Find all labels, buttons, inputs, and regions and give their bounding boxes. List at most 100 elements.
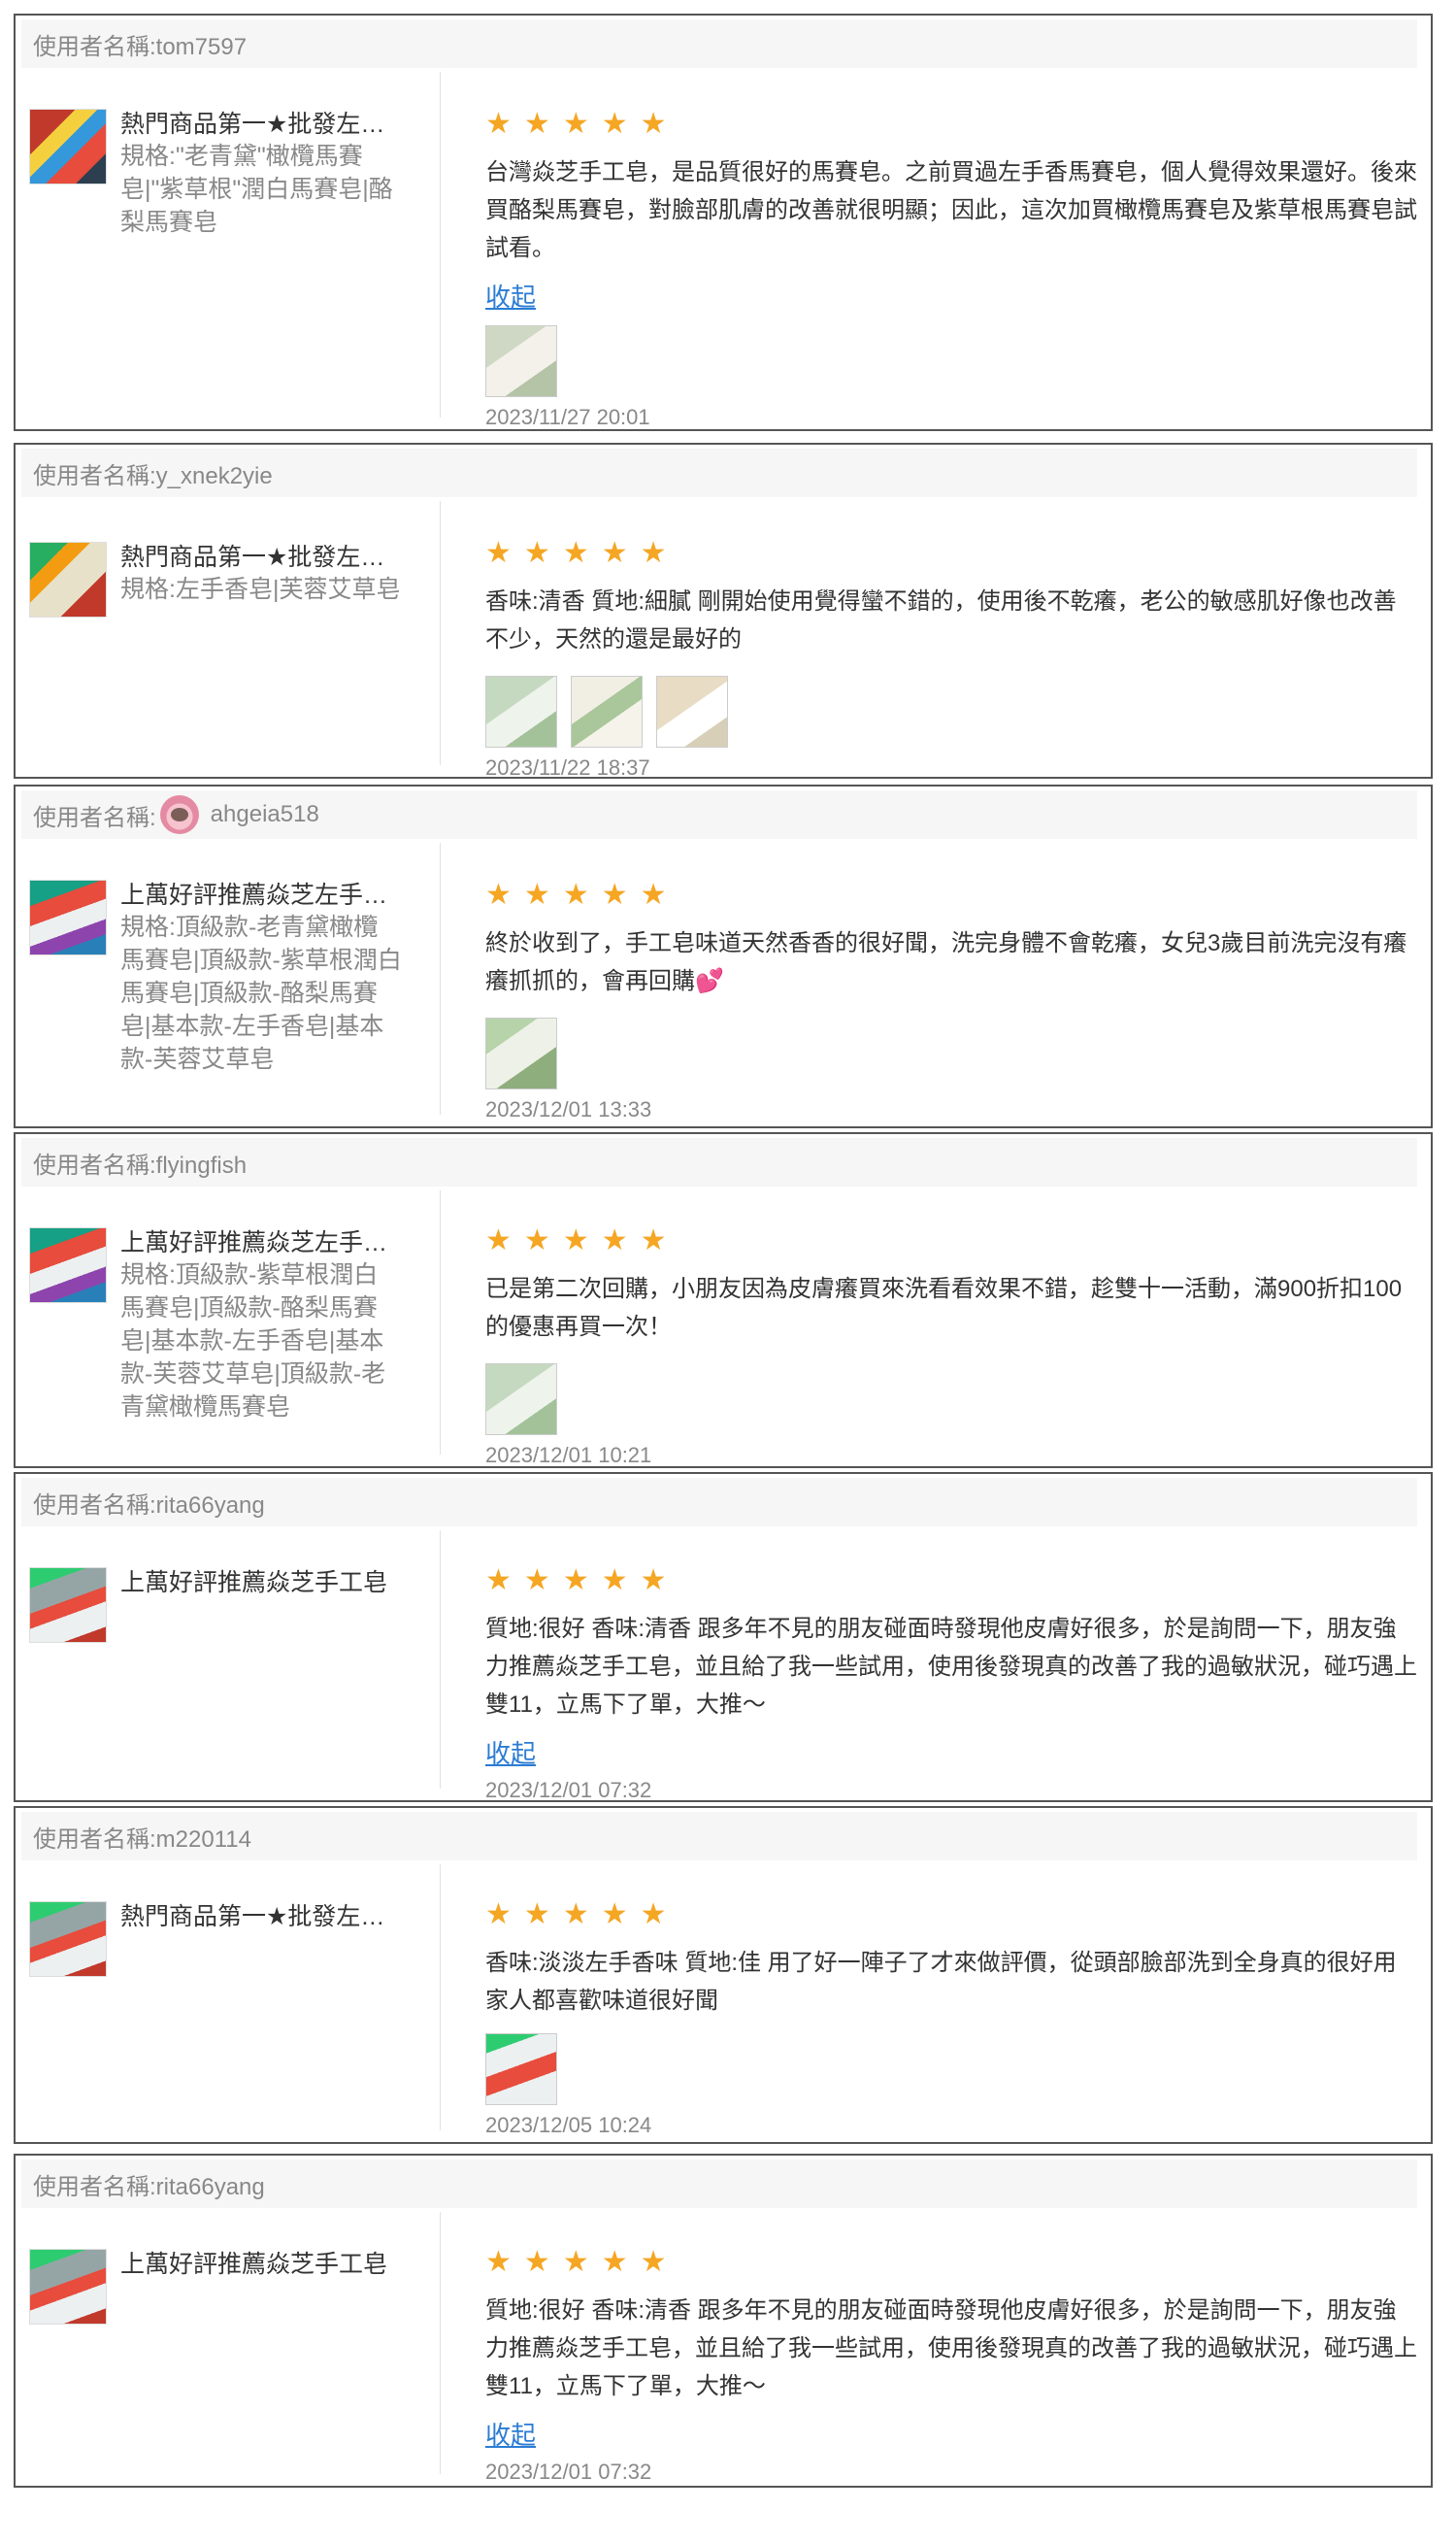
product-name[interactable]: 熱門商品第一★批發左手香馬賽皂 [120, 542, 402, 573]
collapse-link[interactable]: 收起 [485, 1737, 536, 1770]
product-thumbnail[interactable] [29, 880, 107, 955]
star-icon: ★ [640, 1897, 667, 1931]
divider [440, 1864, 441, 2130]
star-icon: ★ [562, 878, 589, 912]
product-name[interactable]: 上萬好評推薦焱芝左手香手工皂 [120, 880, 402, 911]
review-content: ★ ★ ★ ★ ★ 香味:清香 質地:細膩 剛開始使用覺得蠻不錯的，使用後不乾癢… [485, 538, 1417, 781]
review-photo[interactable] [485, 1363, 557, 1435]
star-icon: ★ [485, 878, 512, 912]
star-icon: ★ [523, 2245, 550, 2279]
product-spec: 規格:頂級款-紫草根潤白馬賽皂|頂級款-酪梨馬賽皂|基本款-左手香皂|基本款-芙… [120, 1261, 386, 1421]
divider [440, 2212, 441, 2474]
divider [440, 501, 441, 765]
product-spec: 規格:"老青黛"橄欖馬賽皂|"紫草根"潤白馬賽皂|酪梨馬賽皂 [120, 143, 393, 236]
star-icon: ★ [523, 107, 550, 141]
star-icon: ★ [562, 1897, 589, 1931]
product-summary[interactable]: 上萬好評推薦焱芝手工皂 [29, 2249, 437, 2325]
username: 使用者名稱:flyingfish [33, 1152, 248, 1179]
product-name[interactable]: 上萬好評推薦焱芝手工皂 [120, 1567, 402, 1598]
review-photos [485, 2033, 1417, 2105]
product-name[interactable]: 上萬好評推薦焱芝左手香手工皂 [120, 1227, 402, 1258]
review-comment-text: 終於收到了，手工皂味道天然香香的很好聞，洗完身體不會乾癢，女兒3歲目前洗完沒有癢… [485, 930, 1407, 994]
username: 使用者名稱:y_xnek2yie [33, 462, 273, 489]
star-icon: ★ [562, 2245, 589, 2279]
review-photos [485, 1018, 1417, 1089]
review-date: 2023/12/01 13:33 [485, 1097, 652, 1121]
review-content: ★ ★ ★ ★ ★ 台灣焱芝手工皂，是品質很好的馬賽皂。之前買過左手香馬賽皂，個… [485, 109, 1417, 430]
review-header: 使用者名稱:flyingfish [21, 1138, 1417, 1187]
product-thumbnail[interactable] [29, 1227, 107, 1303]
review-comment: 台灣焱芝手工皂，是品質很好的馬賽皂。之前買過左手香馬賽皂，個人覺得效果還好。後來… [485, 159, 1417, 261]
star-icon: ★ [640, 1223, 667, 1257]
product-thumbnail[interactable] [29, 2249, 107, 2325]
product-thumbnail[interactable] [29, 542, 107, 618]
star-icon: ★ [601, 2245, 628, 2279]
product-name[interactable]: 上萬好評推薦焱芝手工皂 [120, 2249, 402, 2280]
review-date: 2023/12/01 07:32 [485, 2460, 652, 2484]
review-card: 使用者名稱:tom7597 熱門商品第一★批發左手香馬賽皂 規格:"老青黛"橄欖… [14, 14, 1433, 431]
review-comment: 終於收到了，手工皂味道天然香香的很好聞，洗完身體不會乾癢，女兒3歲目前洗完沒有癢… [485, 924, 1417, 1000]
review-date: 2023/12/05 10:24 [485, 2113, 652, 2137]
product-summary[interactable]: 熱門商品第一★批發左手香馬賽皂 規格:左手香皂|芙蓉艾草皂 [29, 542, 437, 618]
star-rating: ★ ★ ★ ★ ★ [485, 2247, 1417, 2278]
product-name[interactable]: 熱門商品第一★批發左手香馬賽皂 [120, 1901, 402, 1932]
divider [440, 843, 441, 1115]
product-summary[interactable]: 熱門商品第一★批發左手香馬賽皂 [29, 1901, 437, 1977]
review-photo[interactable] [485, 2033, 557, 2105]
product-thumbnail[interactable] [29, 109, 107, 184]
review-photo[interactable] [485, 676, 557, 748]
collapse-link[interactable]: 收起 [485, 2419, 536, 2452]
star-icon: ★ [601, 536, 628, 570]
review-date: 2023/12/01 07:32 [485, 1778, 652, 1802]
review-content: ★ ★ ★ ★ ★ 已是第二次回購，小朋友因為皮膚癢買來洗看看效果不錯，趁雙十一… [485, 1225, 1417, 1468]
star-icon: ★ [485, 536, 512, 570]
star-icon: ★ [523, 1563, 550, 1597]
divider [440, 72, 441, 418]
star-icon: ★ [640, 107, 667, 141]
star-icon: ★ [640, 1563, 667, 1597]
review-card: 使用者名稱:rita66yang 上萬好評推薦焱芝手工皂 ★ ★ ★ ★ ★ 質… [14, 2154, 1433, 2488]
review-photo[interactable] [571, 676, 643, 748]
star-rating: ★ ★ ★ ★ ★ [485, 1899, 1417, 1930]
username: 使用者名稱:rita66yang [33, 2173, 265, 2200]
star-icon: ★ [523, 878, 550, 912]
product-summary[interactable]: 上萬好評推薦焱芝左手香手工皂 規格:頂級款-老青黛橄欖馬賽皂|頂級款-紫草根潤白… [29, 880, 437, 1076]
review-content: ★ ★ ★ ★ ★ 香味:淡淡左手香味 質地:佳 用了好一陣子了才來做評價，從頭… [485, 1899, 1417, 2138]
review-header: 使用者名稱:rita66yang [21, 1478, 1417, 1526]
product-summary[interactable]: 上萬好評推薦焱芝手工皂 [29, 1567, 437, 1643]
avatar[interactable] [159, 795, 199, 834]
star-rating: ★ ★ ★ ★ ★ [485, 1565, 1417, 1596]
star-icon: ★ [601, 1897, 628, 1931]
star-icon: ★ [523, 1897, 550, 1931]
username-label: 使用者名稱: [33, 804, 156, 831]
product-thumbnail[interactable] [29, 1567, 107, 1643]
review-comment: 質地:很好 香味:清香 跟多年不見的朋友碰面時發現他皮膚好很多，於是詢問一下，朋… [485, 2297, 1417, 2399]
product-name[interactable]: 熱門商品第一★批發左手香馬賽皂 [120, 109, 402, 140]
star-icon: ★ [562, 107, 589, 141]
star-icon: ★ [485, 1223, 512, 1257]
star-icon: ★ [485, 1897, 512, 1931]
product-thumbnail[interactable] [29, 1901, 107, 1977]
star-icon: ★ [562, 536, 589, 570]
username: 使用者名稱:m220114 [33, 1825, 251, 1853]
review-header: 使用者名稱:y_xnek2yie [21, 449, 1417, 497]
review-header: 使用者名稱:rita66yang [21, 2159, 1417, 2208]
review-content: ★ ★ ★ ★ ★ 質地:很好 香味:清香 跟多年不見的朋友碰面時發現他皮膚好很… [485, 2247, 1417, 2485]
review-card: 使用者名稱:flyingfish 上萬好評推薦焱芝左手香手工皂 規格:頂級款-紫… [14, 1132, 1433, 1468]
star-icon: ★ [601, 1223, 628, 1257]
divider [440, 1530, 441, 1789]
product-summary[interactable]: 上萬好評推薦焱芝左手香手工皂 規格:頂級款-紫草根潤白馬賽皂|頂級款-酪梨馬賽皂… [29, 1227, 437, 1423]
review-photo[interactable] [485, 1018, 557, 1089]
review-photo[interactable] [656, 676, 728, 748]
star-icon: ★ [562, 1563, 589, 1597]
review-photo[interactable] [485, 325, 557, 397]
collapse-link[interactable]: 收起 [485, 281, 536, 314]
star-rating: ★ ★ ★ ★ ★ [485, 1225, 1417, 1256]
star-icon: ★ [485, 2245, 512, 2279]
review-date: 2023/11/27 20:01 [485, 405, 650, 429]
review-date: 2023/11/22 18:37 [485, 755, 650, 780]
review-comment: 香味:淡淡左手香味 質地:佳 用了好一陣子了才來做評價，從頭部臉部洗到全身真的很… [485, 1950, 1397, 2014]
review-header: 使用者名稱: ahgeia518 [21, 790, 1417, 839]
review-comment: 已是第二次回購，小朋友因為皮膚癢買來洗看看效果不錯，趁雙十一活動，滿900折扣1… [485, 1276, 1403, 1340]
product-summary[interactable]: 熱門商品第一★批發左手香馬賽皂 規格:"老青黛"橄欖馬賽皂|"紫草根"潤白馬賽皂… [29, 109, 437, 239]
